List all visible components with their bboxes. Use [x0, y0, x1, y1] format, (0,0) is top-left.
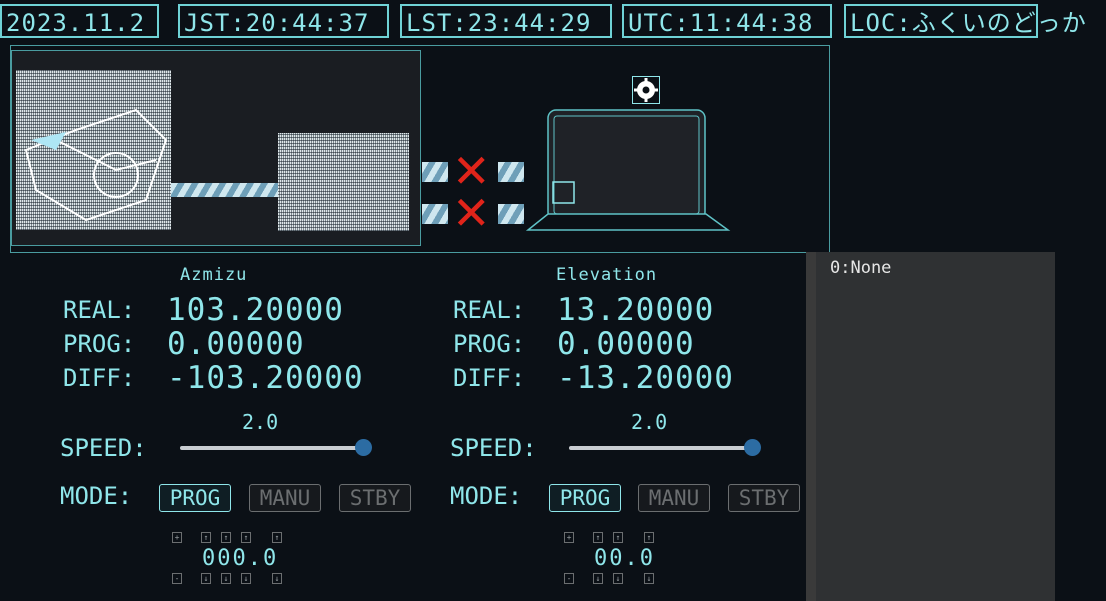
date-display: 2023.11.2 [0, 4, 159, 38]
elevation-real-label: REAL: [453, 296, 526, 324]
elevation-sign-minus-button[interactable]: - [564, 573, 574, 584]
elevation-digit-up-button[interactable]: ↑ [613, 532, 623, 543]
azimuth-digit-up-button[interactable]: ↑ [221, 532, 231, 543]
azimuth-speed-label: SPEED: [60, 434, 147, 462]
azimuth-step-display: 000.0 [202, 546, 279, 571]
elevation-mode-manu-button[interactable]: MANU [638, 484, 710, 512]
azimuth-prog-label: PROG: [63, 330, 136, 358]
elevation-digit-up-button[interactable]: ↑ [593, 532, 603, 543]
link-segment [498, 204, 524, 224]
laptop-icon [525, 109, 731, 231]
log-list[interactable]: 0:None [816, 252, 1055, 601]
elevation-prog-label: PROG: [453, 330, 526, 358]
azimuth-digit-down-button[interactable]: ↓ [272, 573, 282, 584]
gear-icon[interactable] [632, 76, 660, 104]
elevation-digit-down-button[interactable]: ↓ [644, 573, 654, 584]
azimuth-speed-slider[interactable] [180, 446, 370, 450]
connector-bar [171, 183, 279, 197]
log-entry: 0:None [830, 258, 892, 278]
link-segment [422, 162, 448, 182]
azimuth-mode-stby-button[interactable]: STBY [339, 484, 411, 512]
azimuth-digit-up-button[interactable]: ↑ [201, 532, 211, 543]
azimuth-mode-prog-button[interactable]: PROG [159, 484, 231, 512]
elevation-step-display: 00.0 [594, 546, 655, 571]
utc-clock: UTC:11:44:38 [622, 4, 832, 38]
azimuth-speed-value: 2.0 [242, 410, 279, 434]
elevation-digit-down-button[interactable]: ↓ [613, 573, 623, 584]
elevation-mode-label: MODE: [450, 482, 523, 510]
elevation-sign-plus-button[interactable]: + [564, 532, 574, 543]
elevation-mode-stby-button[interactable]: STBY [728, 484, 800, 512]
panel-underline [11, 252, 55, 253]
azimuth-real-label: REAL: [63, 296, 136, 324]
link-segment [498, 162, 524, 182]
azimuth-title: Azmizu [180, 265, 248, 285]
azimuth-prog-value: 0.00000 [167, 326, 305, 362]
controller-image [278, 133, 409, 231]
azimuth-speed-slider-handle[interactable] [355, 439, 372, 456]
elevation-mode-prog-button[interactable]: PROG [549, 484, 621, 512]
antenna-sketch-icon [24, 108, 168, 222]
elevation-digit-up-button[interactable]: ↑ [644, 532, 654, 543]
log-panel: 0:None [806, 252, 1055, 601]
antenna-image [16, 70, 171, 230]
antenna-view [11, 50, 421, 246]
azimuth-digit-up-button[interactable]: ↑ [241, 532, 251, 543]
azimuth-digit-down-button[interactable]: ↓ [201, 573, 211, 584]
x-mark-icon: ✕ [452, 186, 491, 240]
elevation-speed-slider-handle[interactable] [744, 439, 761, 456]
azimuth-mode-manu-button[interactable]: MANU [249, 484, 321, 512]
azimuth-digit-up-button[interactable]: ↑ [272, 532, 282, 543]
elevation-prog-value: 0.00000 [557, 326, 695, 362]
elevation-speed-value: 2.0 [631, 410, 668, 434]
azimuth-digit-down-button[interactable]: ↓ [241, 573, 251, 584]
elevation-speed-label: SPEED: [450, 434, 537, 462]
link-segment [422, 204, 448, 224]
elevation-diff-value: -13.20000 [557, 360, 734, 396]
elevation-speed-slider[interactable] [569, 446, 759, 450]
jst-clock: JST:20:44:37 [178, 4, 389, 38]
elevation-real-value: 13.20000 [557, 292, 715, 328]
azimuth-diff-label: DIFF: [63, 364, 136, 392]
azimuth-diff-value: -103.20000 [167, 360, 364, 396]
elevation-title: Elevation [556, 265, 658, 285]
azimuth-mode-label: MODE: [60, 482, 133, 510]
elevation-diff-label: DIFF: [453, 364, 526, 392]
azimuth-digit-down-button[interactable]: ↓ [221, 573, 231, 584]
elevation-digit-down-button[interactable]: ↓ [593, 573, 603, 584]
azimuth-real-value: 103.20000 [167, 292, 344, 328]
azimuth-sign-minus-button[interactable]: - [172, 573, 182, 584]
azimuth-sign-plus-button[interactable]: + [172, 532, 182, 543]
lst-clock: LST:23:44:29 [400, 4, 612, 38]
location-display: LOC:ふくいのどっか [844, 4, 1086, 38]
status-bar: 2023.11.2 JST:20:44:37 LST:23:44:29 UTC:… [0, 4, 1106, 40]
